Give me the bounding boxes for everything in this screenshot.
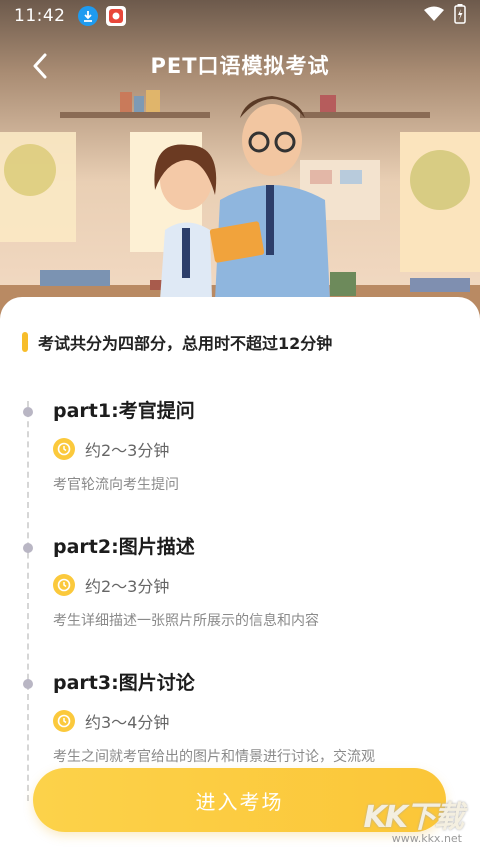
wifi-icon bbox=[424, 6, 444, 26]
part-duration: 约2～3分钟 bbox=[53, 573, 169, 597]
part-duration: 约3～4分钟 bbox=[53, 709, 169, 733]
part-title: part2:图片描述 bbox=[53, 536, 195, 558]
part-duration-text: 约2～3分钟 bbox=[85, 577, 170, 596]
part-duration-text: 约3～4分钟 bbox=[85, 713, 170, 732]
app-notification-icon bbox=[105, 6, 126, 26]
chevron-left-icon bbox=[33, 53, 47, 79]
part-title: part3:图片讨论 bbox=[53, 672, 195, 694]
download-notification-icon bbox=[77, 6, 98, 26]
watermark-logo: KK下载 bbox=[363, 800, 464, 835]
part-title: part1:考官提问 bbox=[53, 400, 195, 422]
timeline-dot bbox=[23, 543, 33, 553]
battery-icon bbox=[454, 4, 466, 28]
enter-exam-label: 进入考场 bbox=[195, 789, 284, 814]
clock-icon bbox=[53, 438, 75, 460]
timeline-dot bbox=[23, 407, 33, 417]
status-time: 11:42 bbox=[14, 6, 66, 26]
watermark: KK下载 www.kkx.net bbox=[363, 792, 464, 845]
timeline-dot bbox=[23, 679, 33, 689]
accent-bar bbox=[22, 332, 28, 352]
part-duration: 约2～3分钟 bbox=[53, 437, 169, 461]
part-description: 考生详细描述一张照片所展示的信息和内容 bbox=[53, 613, 319, 629]
top-navigation: PET口语模拟考试 bbox=[0, 42, 480, 88]
part-description: 考官轮流向考生提问 bbox=[53, 477, 179, 493]
clock-icon bbox=[53, 710, 75, 732]
watermark-url: www.kkx.net bbox=[391, 832, 462, 845]
page-title: PET口语模拟考试 bbox=[150, 54, 330, 78]
exam-summary-text: 考试共分为四部分，总用时不超过12分钟 bbox=[38, 334, 333, 353]
status-bar: 11:42 bbox=[0, 0, 480, 32]
back-button[interactable] bbox=[22, 48, 58, 84]
exam-summary: 考试共分为四部分，总用时不超过12分钟 bbox=[22, 330, 332, 354]
timeline-line bbox=[27, 401, 29, 801]
part-duration-text: 约2～3分钟 bbox=[85, 441, 170, 460]
part-description: 考生之间就考官给出的图片和情景进行讨论，交流观 bbox=[53, 749, 375, 765]
clock-icon bbox=[53, 574, 75, 596]
